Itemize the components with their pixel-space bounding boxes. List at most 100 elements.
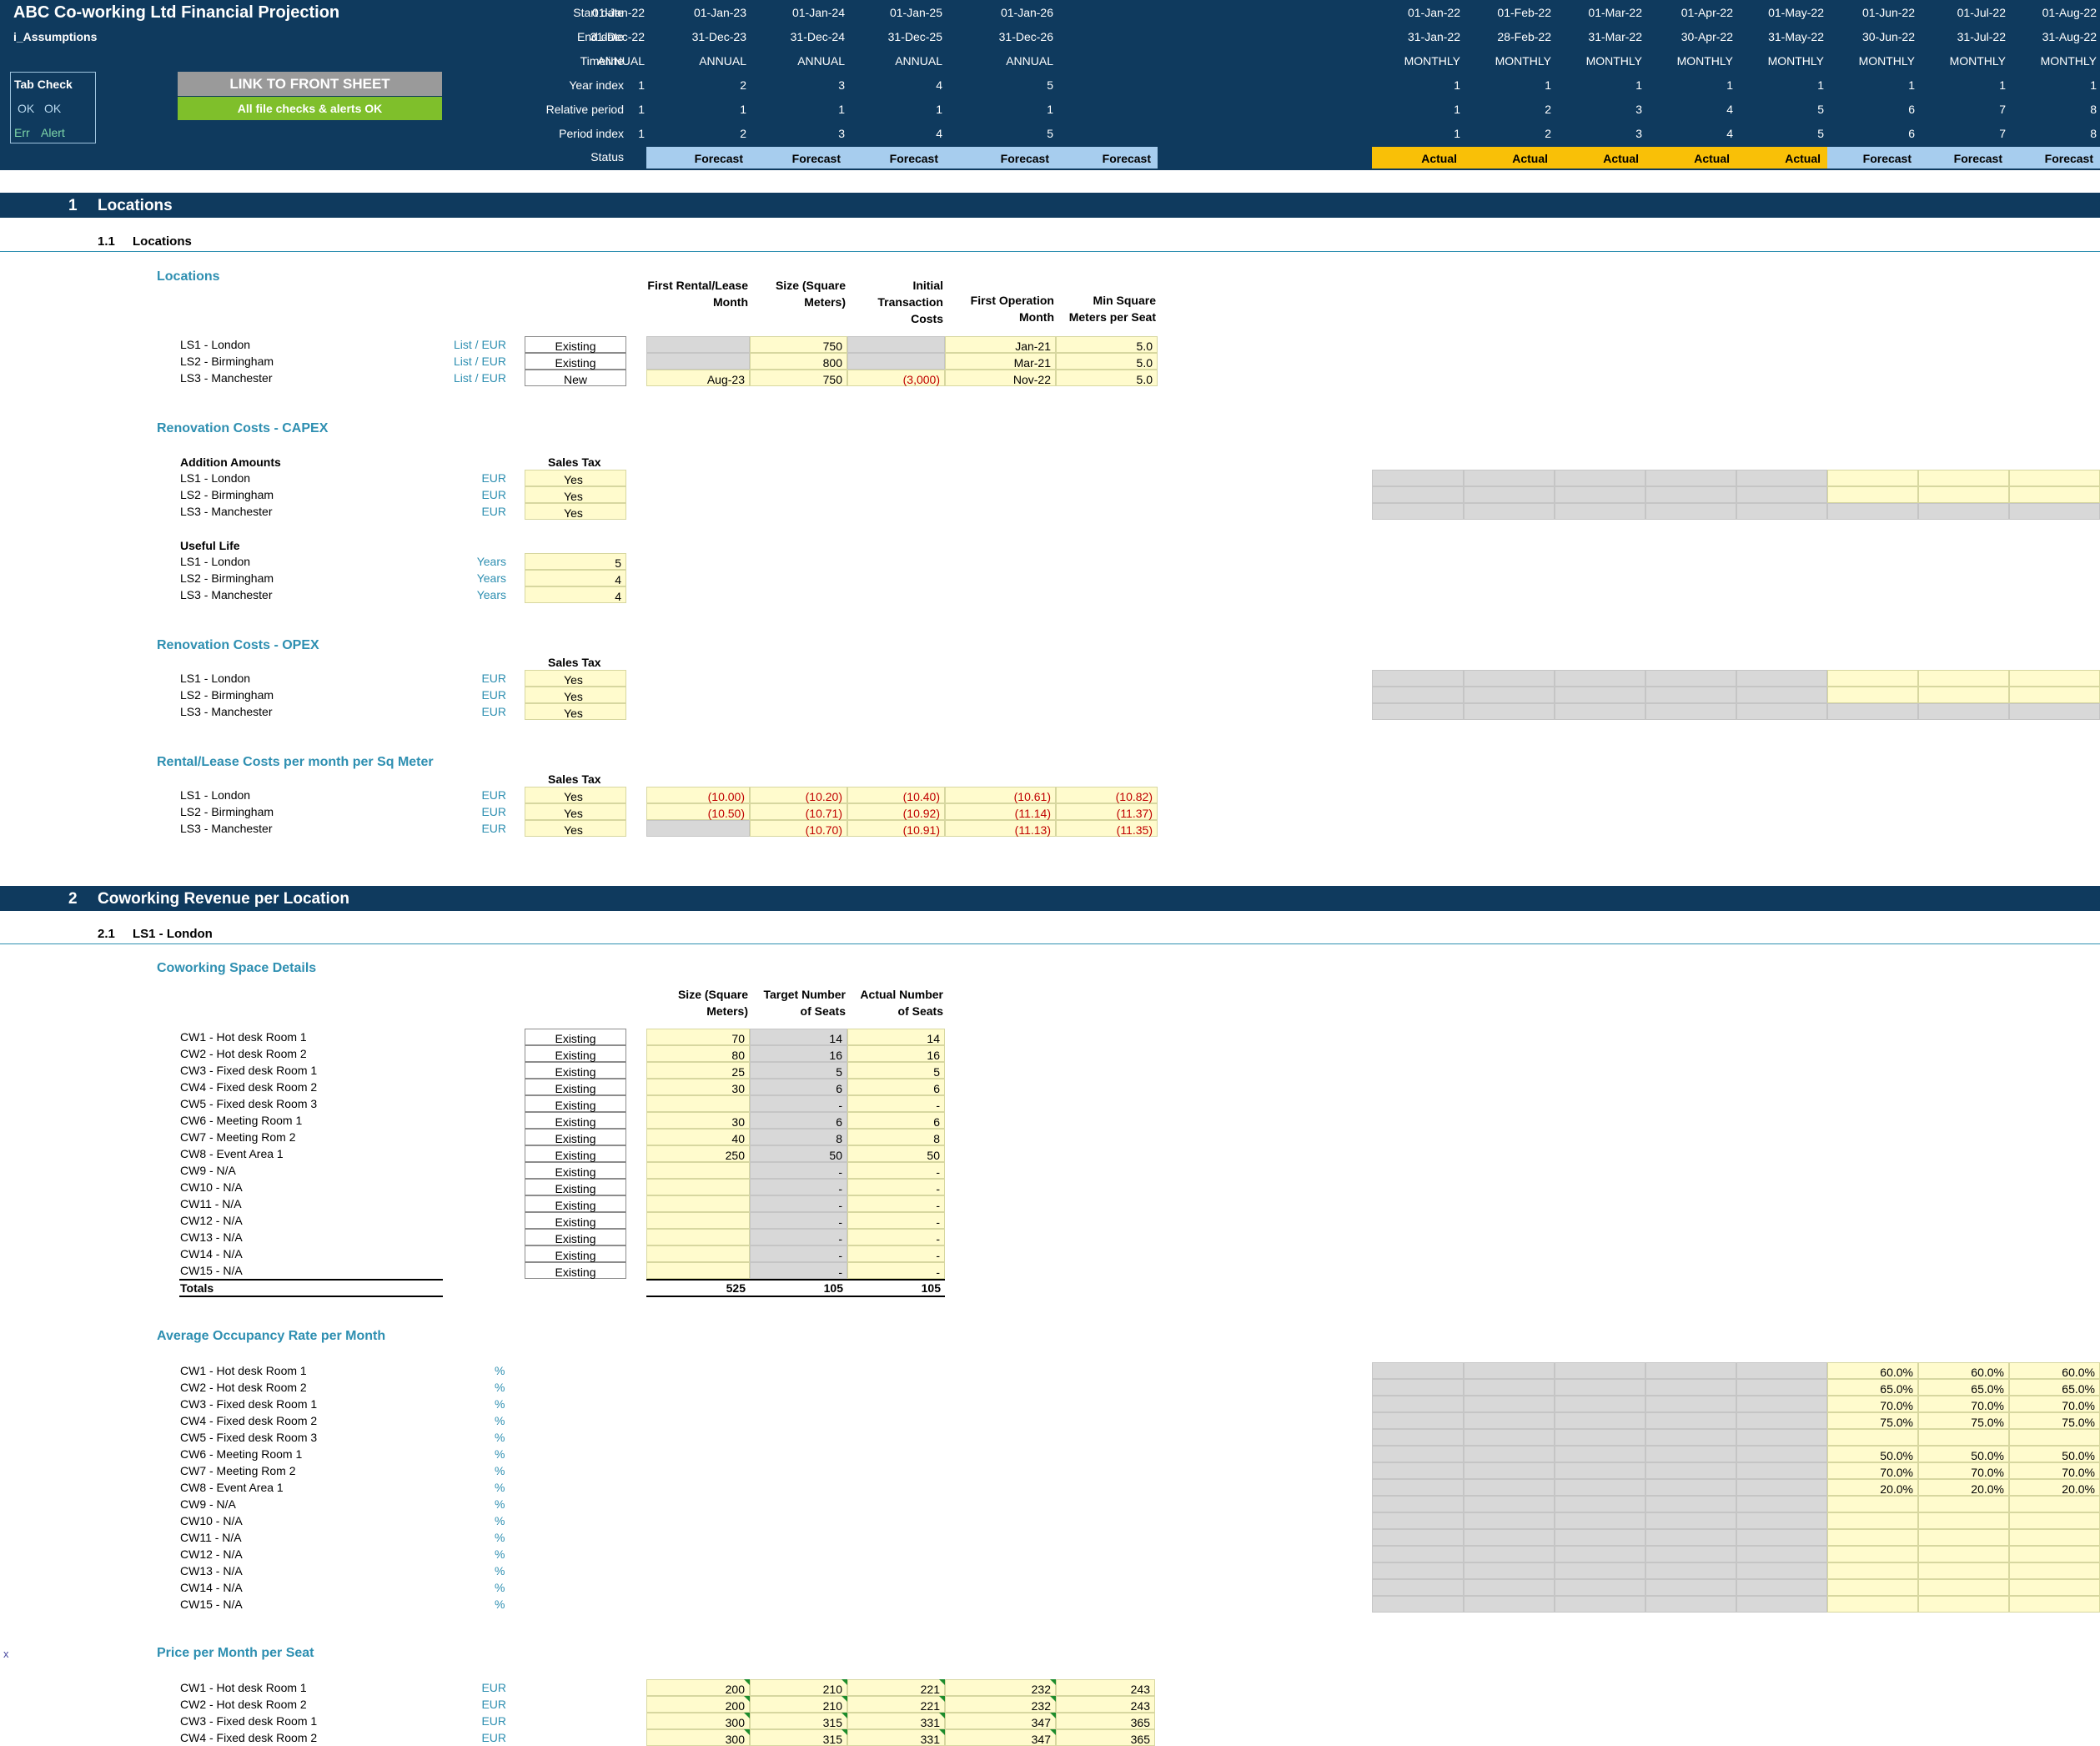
occupancy-rate-cell[interactable]: 65.0% bbox=[1827, 1379, 1918, 1396]
rental-cost-cell[interactable]: (11.35) bbox=[1056, 820, 1158, 837]
capex-month-cell[interactable] bbox=[1372, 486, 1464, 503]
opex-month-cell[interactable] bbox=[1736, 670, 1827, 687]
rental-cost-cell[interactable]: (10.71) bbox=[750, 803, 847, 820]
coworking-status[interactable]: Existing bbox=[525, 1179, 626, 1195]
opex-month-cell[interactable] bbox=[1464, 703, 1555, 720]
occupancy-rate-cell[interactable]: 60.0% bbox=[2009, 1362, 2100, 1379]
occupancy-rate-cell[interactable] bbox=[2009, 1496, 2100, 1512]
first-rental-month[interactable]: Aug-23 bbox=[646, 370, 750, 386]
initial-transaction-costs[interactable] bbox=[847, 353, 945, 370]
capex-month-cell[interactable] bbox=[1736, 486, 1827, 503]
capex-month-cell[interactable] bbox=[1827, 470, 1918, 486]
coworking-actual-seats[interactable]: 14 bbox=[847, 1029, 945, 1045]
coworking-size[interactable] bbox=[646, 1262, 750, 1279]
occupancy-rate-cell[interactable] bbox=[2009, 1596, 2100, 1613]
coworking-size[interactable]: 80 bbox=[646, 1045, 750, 1062]
price-cell[interactable]: 331 bbox=[847, 1713, 945, 1729]
opex-month-cell[interactable] bbox=[2009, 670, 2100, 687]
rental-cost-cell[interactable]: (10.20) bbox=[750, 787, 847, 803]
occupancy-rate-cell[interactable] bbox=[1827, 1512, 1918, 1529]
coworking-size[interactable]: 70 bbox=[646, 1029, 750, 1045]
rental-cost-cell[interactable]: (11.14) bbox=[945, 803, 1056, 820]
opex-month-cell[interactable] bbox=[1555, 703, 1645, 720]
capex-month-cell[interactable] bbox=[1464, 470, 1555, 486]
capex-month-cell[interactable] bbox=[1645, 486, 1736, 503]
location-status[interactable]: Existing bbox=[525, 336, 626, 353]
rental-cost-cell[interactable]: (10.91) bbox=[847, 820, 945, 837]
initial-transaction-costs[interactable]: (3,000) bbox=[847, 370, 945, 386]
coworking-size[interactable]: 30 bbox=[646, 1112, 750, 1129]
price-cell[interactable]: 365 bbox=[1056, 1713, 1155, 1729]
opex-month-cell[interactable] bbox=[1736, 687, 1827, 703]
occupancy-rate-cell[interactable] bbox=[1827, 1562, 1918, 1579]
coworking-size[interactable] bbox=[646, 1162, 750, 1179]
coworking-actual-seats[interactable]: 16 bbox=[847, 1045, 945, 1062]
capex-month-cell[interactable] bbox=[1464, 486, 1555, 503]
coworking-size[interactable]: 25 bbox=[646, 1062, 750, 1079]
occupancy-rate-cell[interactable]: 75.0% bbox=[1918, 1412, 2009, 1429]
first-operation-month[interactable]: Nov-22 bbox=[945, 370, 1056, 386]
useful-life-years[interactable]: 4 bbox=[525, 570, 626, 586]
occupancy-rate-cell[interactable]: 70.0% bbox=[2009, 1462, 2100, 1479]
first-rental-month[interactable] bbox=[646, 353, 750, 370]
occupancy-rate-cell[interactable]: 65.0% bbox=[2009, 1379, 2100, 1396]
capex-month-cell[interactable] bbox=[1372, 470, 1464, 486]
coworking-size[interactable] bbox=[646, 1179, 750, 1195]
occupancy-rate-cell[interactable] bbox=[1827, 1596, 1918, 1613]
opex-month-cell[interactable] bbox=[1464, 670, 1555, 687]
occupancy-rate-cell[interactable] bbox=[2009, 1429, 2100, 1446]
price-cell[interactable]: 210 bbox=[750, 1679, 847, 1696]
opex-month-cell[interactable] bbox=[1372, 703, 1464, 720]
capex-month-cell[interactable] bbox=[2009, 503, 2100, 520]
coworking-size[interactable]: 250 bbox=[646, 1145, 750, 1162]
rental-cost-cell[interactable]: (10.40) bbox=[847, 787, 945, 803]
price-cell[interactable]: 315 bbox=[750, 1713, 847, 1729]
capex-month-cell[interactable] bbox=[1555, 503, 1645, 520]
coworking-status[interactable]: Existing bbox=[525, 1129, 626, 1145]
occupancy-rate-cell[interactable] bbox=[1918, 1596, 2009, 1613]
price-cell[interactable]: 221 bbox=[847, 1696, 945, 1713]
rental-cost-cell[interactable]: (10.82) bbox=[1056, 787, 1158, 803]
occupancy-rate-cell[interactable] bbox=[1827, 1579, 1918, 1596]
coworking-actual-seats[interactable]: - bbox=[847, 1195, 945, 1212]
price-cell[interactable]: 300 bbox=[646, 1713, 750, 1729]
first-operation-month[interactable]: Jan-21 bbox=[945, 336, 1056, 353]
coworking-size[interactable] bbox=[646, 1229, 750, 1245]
capex-month-cell[interactable] bbox=[1736, 470, 1827, 486]
occupancy-rate-cell[interactable]: 65.0% bbox=[1918, 1379, 2009, 1396]
price-cell[interactable]: 221 bbox=[847, 1679, 945, 1696]
opex-month-cell[interactable] bbox=[1918, 670, 2009, 687]
occupancy-rate-cell[interactable]: 50.0% bbox=[2009, 1446, 2100, 1462]
occupancy-rate-cell[interactable] bbox=[1827, 1429, 1918, 1446]
coworking-status[interactable]: Existing bbox=[525, 1229, 626, 1245]
coworking-size[interactable] bbox=[646, 1212, 750, 1229]
min-sqm-per-seat[interactable]: 5.0 bbox=[1056, 336, 1158, 353]
coworking-status[interactable]: Existing bbox=[525, 1045, 626, 1062]
capex-month-cell[interactable] bbox=[1645, 503, 1736, 520]
price-cell[interactable]: 347 bbox=[945, 1713, 1056, 1729]
occupancy-rate-cell[interactable]: 60.0% bbox=[1918, 1362, 2009, 1379]
occupancy-rate-cell[interactable] bbox=[1918, 1579, 2009, 1596]
price-cell[interactable]: 210 bbox=[750, 1696, 847, 1713]
capex-month-cell[interactable] bbox=[1555, 470, 1645, 486]
occupancy-rate-cell[interactable]: 70.0% bbox=[1918, 1462, 2009, 1479]
rental-cost-cell[interactable]: (11.13) bbox=[945, 820, 1056, 837]
coworking-size[interactable] bbox=[646, 1195, 750, 1212]
coworking-actual-seats[interactable]: - bbox=[847, 1229, 945, 1245]
coworking-status[interactable]: Existing bbox=[525, 1029, 626, 1045]
occupancy-rate-cell[interactable]: 70.0% bbox=[1918, 1396, 2009, 1412]
capex-sales-tax[interactable]: Yes bbox=[525, 503, 626, 520]
price-cell[interactable]: 232 bbox=[945, 1679, 1056, 1696]
price-cell[interactable]: 232 bbox=[945, 1696, 1056, 1713]
rental-cost-cell[interactable]: (11.37) bbox=[1056, 803, 1158, 820]
occupancy-rate-cell[interactable] bbox=[1918, 1546, 2009, 1562]
occupancy-rate-cell[interactable] bbox=[2009, 1529, 2100, 1546]
price-cell[interactable]: 200 bbox=[646, 1679, 750, 1696]
capex-month-cell[interactable] bbox=[2009, 470, 2100, 486]
opex-month-cell[interactable] bbox=[1827, 687, 1918, 703]
occupancy-rate-cell[interactable]: 60.0% bbox=[1827, 1362, 1918, 1379]
occupancy-rate-cell[interactable]: 20.0% bbox=[1827, 1479, 1918, 1496]
occupancy-rate-cell[interactable]: 70.0% bbox=[2009, 1396, 2100, 1412]
coworking-size[interactable]: 30 bbox=[646, 1079, 750, 1095]
coworking-actual-seats[interactable]: - bbox=[847, 1179, 945, 1195]
